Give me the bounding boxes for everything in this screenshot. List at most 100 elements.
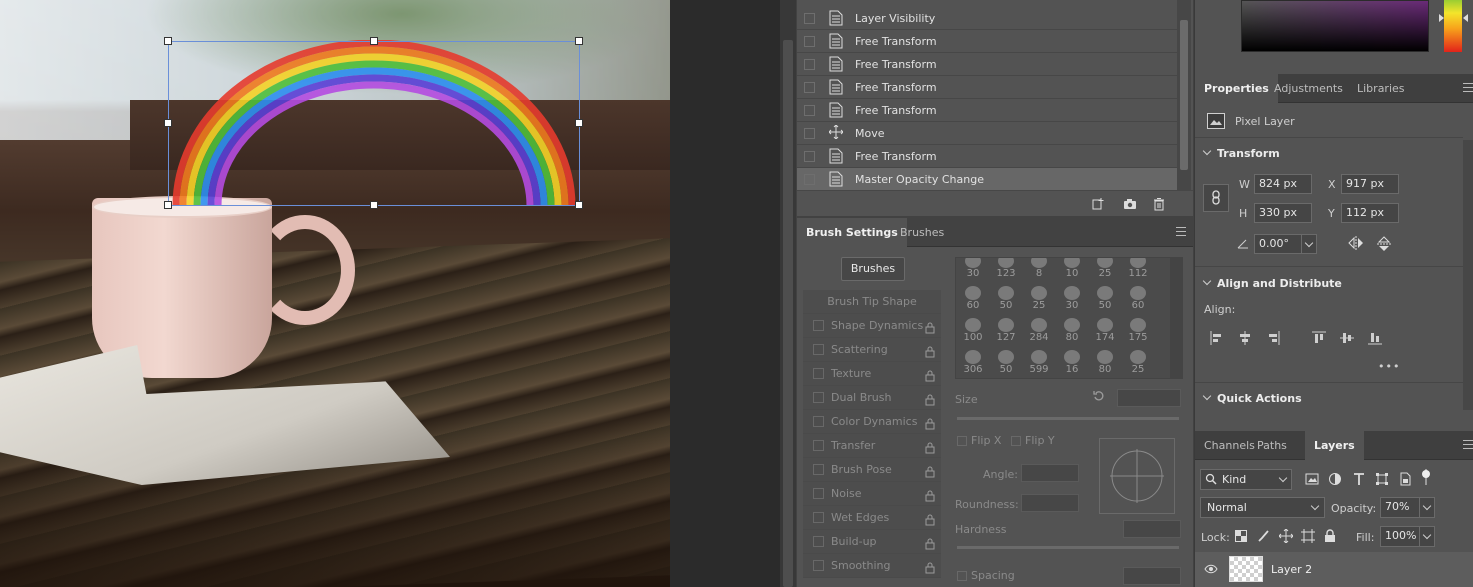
- brush-option-checkbox[interactable]: [813, 416, 824, 427]
- lock-icon[interactable]: [925, 559, 935, 574]
- history-item[interactable]: Free Transform: [797, 145, 1177, 168]
- brush-option-checkbox[interactable]: [813, 560, 824, 571]
- brush-tip-scrollbar[interactable]: [1170, 258, 1182, 378]
- transform-handle-top[interactable]: [370, 37, 378, 45]
- lock-icon[interactable]: [925, 343, 935, 358]
- history-item[interactable]: Master Opacity Change: [797, 168, 1177, 191]
- transform-handle-left[interactable]: [164, 119, 172, 127]
- angle-input[interactable]: 0.00°: [1254, 234, 1302, 254]
- layer-row[interactable]: Layer 2: [1195, 552, 1473, 587]
- fill-dropdown[interactable]: [1419, 526, 1435, 547]
- filter-type-icon[interactable]: [1352, 472, 1366, 489]
- camera-snapshot-icon[interactable]: [1123, 197, 1137, 211]
- new-document-from-state-icon[interactable]: [1091, 197, 1105, 211]
- angle-field[interactable]: [1021, 464, 1079, 482]
- brush-tip[interactable]: 80: [1057, 316, 1087, 346]
- brush-option-checkbox[interactable]: [813, 512, 824, 523]
- brush-tip[interactable]: 50: [991, 348, 1021, 378]
- brush-option-item[interactable]: Transfer: [803, 434, 941, 458]
- history-item[interactable]: Free Transform: [797, 53, 1177, 76]
- brush-tip[interactable]: 599: [1024, 348, 1054, 378]
- history-item[interactable]: Free Transform: [797, 76, 1177, 99]
- lock-icon[interactable]: [925, 319, 935, 334]
- x-input[interactable]: 917 px: [1341, 174, 1399, 194]
- panel-menu-icon[interactable]: [1463, 440, 1473, 449]
- brush-option-checkbox[interactable]: [813, 440, 824, 451]
- align-horizontal-center-icon[interactable]: [1238, 331, 1252, 345]
- history-snapshot-checkbox[interactable]: [804, 150, 815, 162]
- brush-tip[interactable]: 112: [1123, 258, 1153, 282]
- filter-adjustment-icon[interactable]: [1328, 472, 1342, 489]
- tab-brushes[interactable]: Brushes: [891, 218, 953, 247]
- size-slider[interactable]: [957, 417, 1179, 420]
- filter-shape-icon[interactable]: [1375, 472, 1389, 489]
- hardness-field[interactable]: [1123, 520, 1181, 538]
- transform-handle-bottom[interactable]: [370, 201, 378, 209]
- brush-option-item[interactable]: Brush Pose: [803, 458, 941, 482]
- hardness-slider[interactable]: [957, 546, 1179, 549]
- lock-icon[interactable]: [925, 463, 935, 478]
- hue-arrow-left-icon[interactable]: [1439, 14, 1444, 22]
- lock-icon[interactable]: [925, 487, 935, 502]
- align-top-icon[interactable]: [1312, 331, 1326, 345]
- brush-tip[interactable]: 123: [991, 258, 1021, 282]
- brush-tip[interactable]: 174: [1090, 316, 1120, 346]
- brush-option-checkbox[interactable]: [813, 392, 824, 403]
- brush-option-checkbox[interactable]: [813, 488, 824, 499]
- roundness-field[interactable]: [1021, 494, 1079, 512]
- panel-menu-icon[interactable]: [1463, 83, 1473, 92]
- brush-tip[interactable]: 10: [1057, 258, 1087, 282]
- properties-scrollbar[interactable]: [1463, 140, 1473, 410]
- history-snapshot-checkbox[interactable]: [804, 173, 815, 185]
- brush-option-item[interactable]: Wet Edges: [803, 506, 941, 530]
- history-item[interactable]: Layer Visibility: [797, 7, 1177, 30]
- spacing-checkbox[interactable]: [957, 571, 967, 581]
- flip-vertical-icon[interactable]: [1377, 236, 1391, 255]
- brush-tip[interactable]: 100: [958, 316, 988, 346]
- document-canvas[interactable]: [0, 0, 670, 587]
- lock-icon[interactable]: [925, 439, 935, 454]
- history-snapshot-checkbox[interactable]: [804, 81, 815, 93]
- brush-tip[interactable]: 8: [1024, 258, 1054, 282]
- filter-smart-object-icon[interactable]: [1398, 472, 1412, 489]
- flip-x-checkbox[interactable]: [957, 436, 967, 446]
- brush-option-item[interactable]: Texture: [803, 362, 941, 386]
- lock-icon[interactable]: [925, 415, 935, 430]
- brush-option-checkbox[interactable]: [813, 368, 824, 379]
- lock-icon[interactable]: [925, 391, 935, 406]
- transform-handle-top-left[interactable]: [164, 37, 172, 45]
- more-options[interactable]: •••: [1378, 360, 1400, 373]
- lock-icon[interactable]: [925, 535, 935, 550]
- brush-option-item[interactable]: Dual Brush: [803, 386, 941, 410]
- quick-actions-title[interactable]: Quick Actions: [1217, 392, 1302, 405]
- tab-layers[interactable]: Layers: [1305, 431, 1364, 460]
- flip-horizontal-icon[interactable]: [1348, 236, 1364, 253]
- brush-tip[interactable]: 284: [1024, 316, 1054, 346]
- lock-icon[interactable]: [925, 367, 935, 382]
- brush-option-item[interactable]: Build-up: [803, 530, 941, 554]
- history-snapshot-checkbox[interactable]: [804, 35, 815, 47]
- brush-option-item[interactable]: Smoothing: [803, 554, 941, 578]
- hue-slider[interactable]: [1444, 0, 1462, 52]
- brush-option-checkbox[interactable]: [813, 536, 824, 547]
- transform-bounding-box[interactable]: [168, 41, 580, 206]
- brushes-button[interactable]: Brushes: [841, 257, 905, 281]
- spacing-field[interactable]: [1123, 567, 1181, 585]
- history-scrollbar[interactable]: [1177, 0, 1191, 190]
- brush-tip[interactable]: 306: [958, 348, 988, 378]
- brush-tip[interactable]: 127: [991, 316, 1021, 346]
- filter-toggle-icon[interactable]: [1421, 469, 1431, 488]
- lock-transparent-icon[interactable]: [1235, 530, 1247, 545]
- tab-libraries[interactable]: Libraries: [1348, 74, 1414, 103]
- history-item[interactable]: Free Transform: [797, 30, 1177, 53]
- filter-pixel-icon[interactable]: [1305, 472, 1319, 489]
- transform-title[interactable]: Transform: [1217, 147, 1280, 160]
- align-distribute-title[interactable]: Align and Distribute: [1217, 277, 1342, 290]
- canvas-vertical-scrollbar[interactable]: [780, 0, 796, 587]
- brush-option-item[interactable]: Brush Tip Shape: [803, 290, 941, 314]
- brush-tip[interactable]: 16: [1057, 348, 1087, 378]
- brush-option-checkbox[interactable]: [813, 344, 824, 355]
- align-vertical-center-icon[interactable]: [1340, 331, 1354, 345]
- lock-icon[interactable]: [925, 511, 935, 526]
- brush-tip[interactable]: 50: [991, 284, 1021, 314]
